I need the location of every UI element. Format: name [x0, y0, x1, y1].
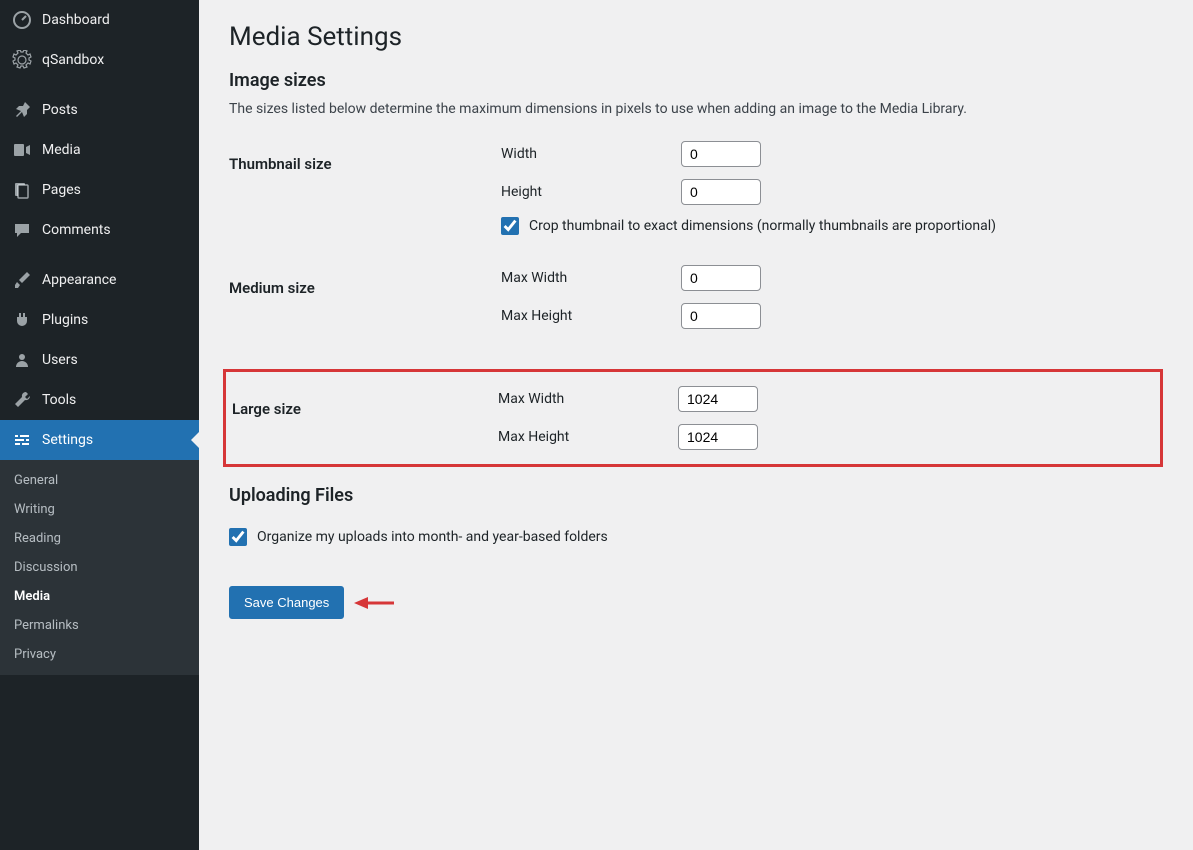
- sidebar-item-tools[interactable]: Tools: [0, 380, 199, 420]
- sidebar-item-media[interactable]: Media: [0, 130, 199, 170]
- sidebar-item-label: Dashboard: [42, 12, 110, 28]
- submenu-item-privacy[interactable]: Privacy: [0, 640, 199, 669]
- thumbnail-row: Thumbnail size Width Height Crop thumbna…: [229, 141, 1163, 263]
- settings-submenu: General Writing Reading Discussion Media…: [0, 460, 199, 675]
- organize-uploads-label: Organize my uploads into month- and year…: [257, 529, 608, 545]
- medium-maxwidth-input[interactable]: [681, 265, 761, 291]
- sliders-icon: [12, 430, 32, 450]
- section-image-sizes: Image sizes: [229, 70, 1163, 91]
- main-content: Media Settings Image sizes The sizes lis…: [199, 0, 1193, 850]
- sidebar-item-users[interactable]: Users: [0, 340, 199, 380]
- gear-icon: [12, 50, 32, 70]
- admin-sidebar: Dashboard qSandbox Posts Media Pages Com…: [0, 0, 199, 850]
- wrench-icon: [12, 390, 32, 410]
- medium-label: Medium size: [229, 265, 501, 297]
- large-label: Large size: [226, 386, 498, 418]
- sidebar-item-plugins[interactable]: Plugins: [0, 300, 199, 340]
- sidebar-item-label: Pages: [42, 182, 81, 198]
- save-changes-button[interactable]: Save Changes: [229, 586, 344, 619]
- medium-maxheight-input[interactable]: [681, 303, 761, 329]
- submenu-item-reading[interactable]: Reading: [0, 524, 199, 553]
- large-maxheight-label: Max Height: [498, 429, 678, 445]
- image-sizes-description: The sizes listed below determine the max…: [229, 101, 1163, 117]
- sidebar-item-posts[interactable]: Posts: [0, 90, 199, 130]
- page-title: Media Settings: [229, 22, 1163, 52]
- pin-icon: [12, 100, 32, 120]
- sidebar-item-label: Settings: [42, 432, 93, 448]
- submenu-item-discussion[interactable]: Discussion: [0, 553, 199, 582]
- submenu-item-general[interactable]: General: [0, 466, 199, 495]
- thumbnail-height-input[interactable]: [681, 179, 761, 205]
- medium-row: Medium size Max Width Max Height: [229, 265, 1163, 341]
- pages-icon: [12, 180, 32, 200]
- section-uploading-files: Uploading Files: [229, 485, 1163, 506]
- submenu-item-media[interactable]: Media: [0, 582, 199, 611]
- large-maxwidth-input[interactable]: [678, 386, 758, 412]
- media-icon: [12, 140, 32, 160]
- submenu-item-permalinks[interactable]: Permalinks: [0, 611, 199, 640]
- brush-icon: [12, 270, 32, 290]
- sidebar-item-dashboard[interactable]: Dashboard: [0, 0, 199, 40]
- thumbnail-crop-checkbox[interactable]: [501, 217, 519, 235]
- sidebar-item-settings[interactable]: Settings: [0, 420, 199, 460]
- sidebar-item-label: Media: [42, 142, 81, 158]
- sidebar-item-qsandbox[interactable]: qSandbox: [0, 40, 199, 80]
- sidebar-item-comments[interactable]: Comments: [0, 210, 199, 250]
- user-icon: [12, 350, 32, 370]
- submenu-item-writing[interactable]: Writing: [0, 495, 199, 524]
- comment-icon: [12, 220, 32, 240]
- large-highlight-box: Large size Max Width Max Height: [223, 369, 1163, 467]
- sidebar-item-label: Comments: [42, 222, 111, 238]
- thumbnail-label: Thumbnail size: [229, 141, 501, 173]
- sidebar-item-label: Tools: [42, 392, 76, 408]
- sidebar-item-label: Appearance: [42, 272, 116, 288]
- thumbnail-width-label: Width: [501, 146, 681, 162]
- thumbnail-height-label: Height: [501, 184, 681, 200]
- medium-maxwidth-label: Max Width: [501, 270, 681, 286]
- thumbnail-crop-label: Crop thumbnail to exact dimensions (norm…: [529, 218, 996, 234]
- medium-maxheight-label: Max Height: [501, 308, 681, 324]
- sidebar-item-label: Users: [42, 352, 78, 368]
- dashboard-icon: [12, 10, 32, 30]
- thumbnail-crop-row[interactable]: Crop thumbnail to exact dimensions (norm…: [501, 217, 996, 235]
- thumbnail-width-input[interactable]: [681, 141, 761, 167]
- sidebar-item-appearance[interactable]: Appearance: [0, 260, 199, 300]
- sidebar-item-label: Plugins: [42, 312, 88, 328]
- large-maxheight-input[interactable]: [678, 424, 758, 450]
- sidebar-item-pages[interactable]: Pages: [0, 170, 199, 210]
- organize-uploads-row[interactable]: Organize my uploads into month- and year…: [229, 528, 1163, 546]
- large-maxwidth-label: Max Width: [498, 391, 678, 407]
- sidebar-item-label: qSandbox: [42, 52, 104, 68]
- arrow-annotation-icon: [354, 593, 394, 613]
- plug-icon: [12, 310, 32, 330]
- organize-uploads-checkbox[interactable]: [229, 528, 247, 546]
- sidebar-item-label: Posts: [42, 102, 78, 118]
- large-row: Large size Max Width Max Height: [226, 386, 1160, 450]
